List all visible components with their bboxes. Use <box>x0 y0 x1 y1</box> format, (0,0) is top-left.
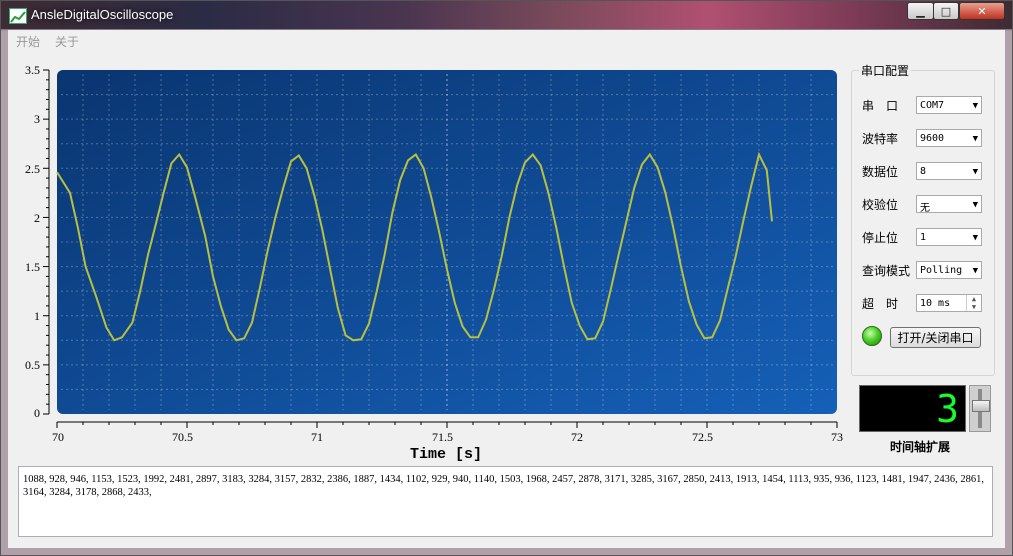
query-mode-label: 查询模式 <box>862 264 911 278</box>
toggle-port-button[interactable]: 打开/关闭串口 <box>890 327 981 348</box>
stopbits-label: 停止位 <box>862 231 899 245</box>
x-tick-label: 70 <box>52 430 64 444</box>
chevron-down-icon: ▼ <box>972 266 978 276</box>
x-tick-label: 72 <box>571 430 583 444</box>
status-led-icon <box>862 326 882 346</box>
timebase-caption: 时间轴扩展 <box>890 440 951 454</box>
x-tick-label: 71.5 <box>432 430 453 444</box>
timebase-lcd: 3 <box>859 385 966 432</box>
baud-label: 波特率 <box>862 132 899 146</box>
timebase-slider[interactable] <box>969 385 991 432</box>
x-axis-label: Time [s] <box>410 446 483 463</box>
chevron-down-icon: ▼ <box>972 167 978 177</box>
x-tick-label: 71 <box>311 430 323 444</box>
chevron-down-icon: ▼ <box>972 200 978 210</box>
timebase-digit: 3 <box>936 387 959 431</box>
databits-select[interactable]: 8 ▼ <box>916 162 982 180</box>
stopbits-select[interactable]: 1 ▼ <box>916 228 982 246</box>
x-tick-label: 73 <box>831 430 843 444</box>
chevron-down-icon: ▼ <box>972 233 978 243</box>
x-tick-label: 70.5 <box>172 430 193 444</box>
port-select[interactable]: COM7 ▼ <box>916 96 982 114</box>
data-output-textarea[interactable]: 1088, 928, 946, 1153, 1523, 1992, 2481, … <box>18 466 993 537</box>
baud-select[interactable]: 9600 ▼ <box>916 129 982 147</box>
databits-label: 数据位 <box>862 165 899 179</box>
port-label: 串 口 <box>862 99 899 113</box>
query-mode-select[interactable]: Polling ▼ <box>916 261 982 279</box>
serial-config-title: 串口配置 <box>859 62 912 79</box>
spin-arrows-icon[interactable]: ▲ ▼ <box>966 295 981 311</box>
slider-handle[interactable] <box>972 400 990 412</box>
parity-label: 校验位 <box>862 198 899 212</box>
chevron-down-icon: ▼ <box>972 134 978 144</box>
parity-select[interactable]: 无 ▼ <box>916 195 982 214</box>
timeout-spinbox[interactable]: 10 ms ▲ ▼ <box>916 294 982 312</box>
x-tick-label: 72.5 <box>692 430 713 444</box>
chevron-down-icon: ▼ <box>972 101 978 111</box>
timeout-label: 超 时 <box>862 297 899 311</box>
